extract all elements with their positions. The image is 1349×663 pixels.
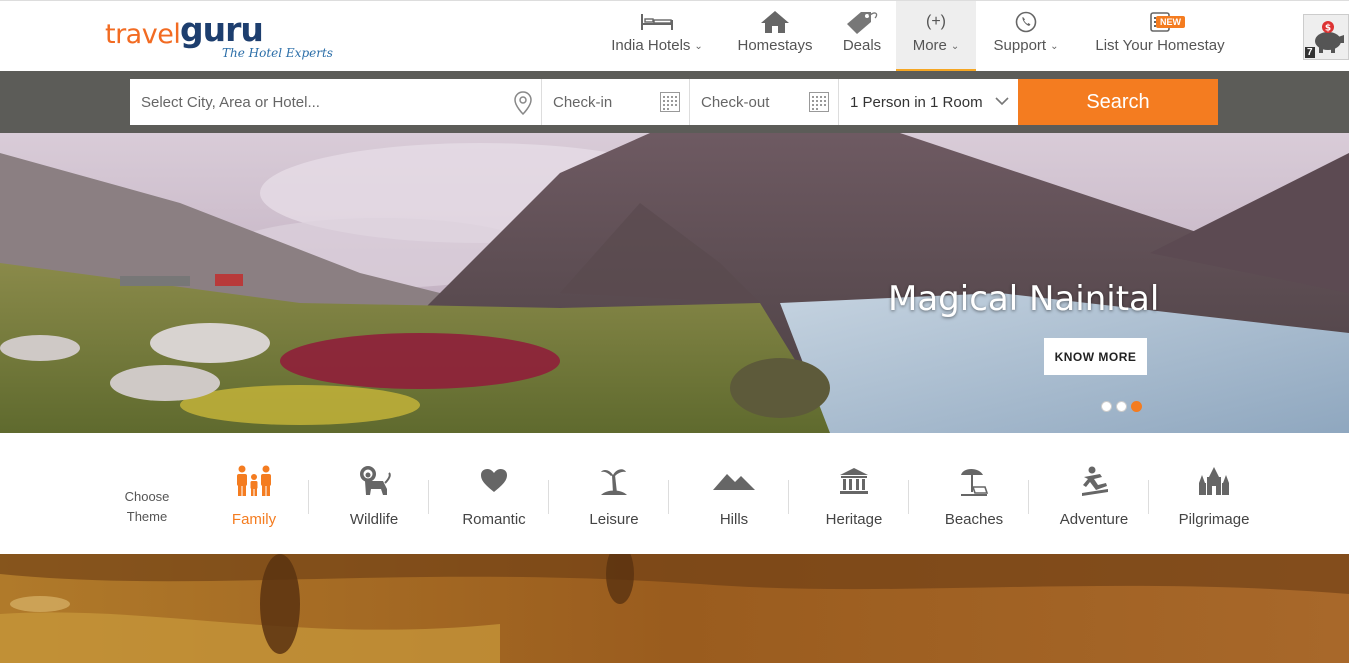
theme-label: Adventure bbox=[1059, 511, 1129, 528]
theme-beaches[interactable]: Beaches bbox=[914, 463, 1034, 533]
nav-label: Homestays bbox=[737, 37, 813, 54]
checkin-input[interactable]: Check-in bbox=[542, 79, 690, 125]
nav-label: India Hotels bbox=[611, 37, 691, 54]
temple-icon bbox=[1154, 463, 1274, 499]
search-button[interactable]: Search bbox=[1018, 79, 1218, 125]
theme-pilgrimage[interactable]: Pilgrimage bbox=[1154, 463, 1274, 533]
logo-tagline: The Hotel Experts bbox=[222, 46, 333, 60]
theme-family[interactable]: Family bbox=[194, 463, 314, 533]
calendar-icon bbox=[659, 91, 681, 117]
checkout-input[interactable]: Check-out bbox=[690, 79, 839, 125]
guests-value: 1 Person in 1 Room bbox=[850, 93, 983, 111]
theme-divider bbox=[1028, 480, 1029, 514]
family-icon bbox=[194, 463, 314, 499]
logo-word-travel: travel bbox=[105, 19, 181, 50]
theme-label: Romantic bbox=[462, 511, 526, 528]
theme-adventure[interactable]: Adventure bbox=[1034, 463, 1154, 533]
carousel-dot[interactable] bbox=[1116, 401, 1127, 412]
nav-india-hotels[interactable]: India Hotels ⌄ bbox=[596, 1, 718, 72]
house-icon bbox=[728, 9, 822, 35]
beach-umbrella-icon bbox=[914, 463, 1034, 499]
theme-selector: Choose Theme Family Wildlife Romantic Le… bbox=[0, 433, 1349, 554]
carousel-dot-active[interactable] bbox=[1131, 401, 1142, 412]
heart-icon bbox=[434, 463, 554, 499]
nav-support[interactable]: Support ⌄ bbox=[982, 1, 1070, 72]
theme-label: Leisure bbox=[589, 511, 639, 528]
chevron-down-icon: ⌄ bbox=[694, 41, 703, 52]
destination-input[interactable]: Select City, Area or Hotel... bbox=[130, 79, 542, 125]
bed-icon bbox=[596, 9, 718, 35]
destination-placeholder: Select City, Area or Hotel... bbox=[141, 93, 320, 111]
plus-icon: (+) bbox=[926, 13, 946, 30]
nav-deals[interactable]: Deals bbox=[832, 1, 892, 72]
logo-word-guru: guru bbox=[180, 10, 264, 49]
map-pin-icon bbox=[513, 91, 533, 119]
hero-carousel: Magical Nainital KNOW MORE bbox=[0, 133, 1349, 433]
top-header: travel guru The Hotel Experts India Hote… bbox=[0, 0, 1349, 72]
chevron-down-icon: ⌄ bbox=[1050, 41, 1059, 52]
theme-divider bbox=[668, 480, 669, 514]
phone-icon bbox=[982, 9, 1070, 35]
wallet-button[interactable]: $ 7 bbox=[1303, 14, 1349, 60]
nav-label: List Your Homestay bbox=[1095, 37, 1225, 54]
hero-caption: Magical Nainital bbox=[888, 279, 1160, 319]
theme-divider bbox=[788, 480, 789, 514]
theme-label: Beaches bbox=[944, 511, 1004, 528]
theme-wildlife[interactable]: Wildlife bbox=[314, 463, 434, 533]
choose-theme-label: Choose Theme bbox=[124, 489, 170, 524]
monument-icon bbox=[794, 463, 914, 499]
theme-label: Hills bbox=[719, 511, 749, 528]
carousel-dot[interactable] bbox=[1101, 401, 1112, 412]
chevron-down-icon: ⌄ bbox=[950, 41, 960, 52]
nav-label: Support bbox=[993, 37, 1047, 54]
lion-icon bbox=[314, 463, 434, 499]
theme-label: Heritage bbox=[825, 511, 883, 528]
new-badge: NEW bbox=[1156, 16, 1185, 28]
wallet-count: 7 bbox=[1305, 47, 1315, 58]
theme-label: Wildlife bbox=[349, 511, 399, 528]
calendar-icon bbox=[808, 91, 830, 117]
theme-label: Family bbox=[231, 511, 277, 528]
beach-banner-image bbox=[0, 554, 1349, 663]
theme-label: Pilgrimage bbox=[1178, 511, 1250, 528]
theme-divider bbox=[308, 480, 309, 514]
svg-text:$: $ bbox=[1325, 24, 1331, 34]
price-tag-icon bbox=[832, 9, 892, 35]
skydiver-icon bbox=[1034, 463, 1154, 499]
theme-heritage[interactable]: Heritage bbox=[794, 463, 914, 533]
nav-label: More bbox=[912, 37, 947, 54]
carousel-dots bbox=[1101, 401, 1142, 412]
theme-divider bbox=[908, 480, 909, 514]
theme-divider bbox=[1148, 480, 1149, 514]
guests-select[interactable]: 1 Person in 1 Room bbox=[839, 79, 1018, 125]
theme-divider bbox=[428, 480, 429, 514]
theme-hills[interactable]: Hills bbox=[674, 463, 794, 533]
checkin-placeholder: Check-in bbox=[553, 93, 613, 111]
know-more-button[interactable]: KNOW MORE bbox=[1044, 338, 1147, 375]
travelguru-logo[interactable]: travel guru The Hotel Experts bbox=[105, 9, 345, 65]
theme-romantic[interactable]: Romantic bbox=[434, 463, 554, 533]
checkout-placeholder: Check-out bbox=[701, 93, 770, 111]
nav-list-your-homestay[interactable]: List Your Homestay bbox=[1082, 1, 1238, 72]
nav-more[interactable]: (+) More ⌄ bbox=[896, 1, 976, 72]
chevron-down-icon bbox=[994, 93, 1010, 113]
theme-divider bbox=[548, 480, 549, 514]
mountain-icon bbox=[674, 463, 794, 499]
search-bar: Select City, Area or Hotel... Check-in C… bbox=[0, 71, 1349, 133]
nav-homestays[interactable]: Homestays bbox=[728, 1, 822, 72]
palm-tree-icon bbox=[554, 463, 674, 499]
nav-label: Deals bbox=[842, 37, 882, 54]
theme-leisure[interactable]: Leisure bbox=[554, 463, 674, 533]
